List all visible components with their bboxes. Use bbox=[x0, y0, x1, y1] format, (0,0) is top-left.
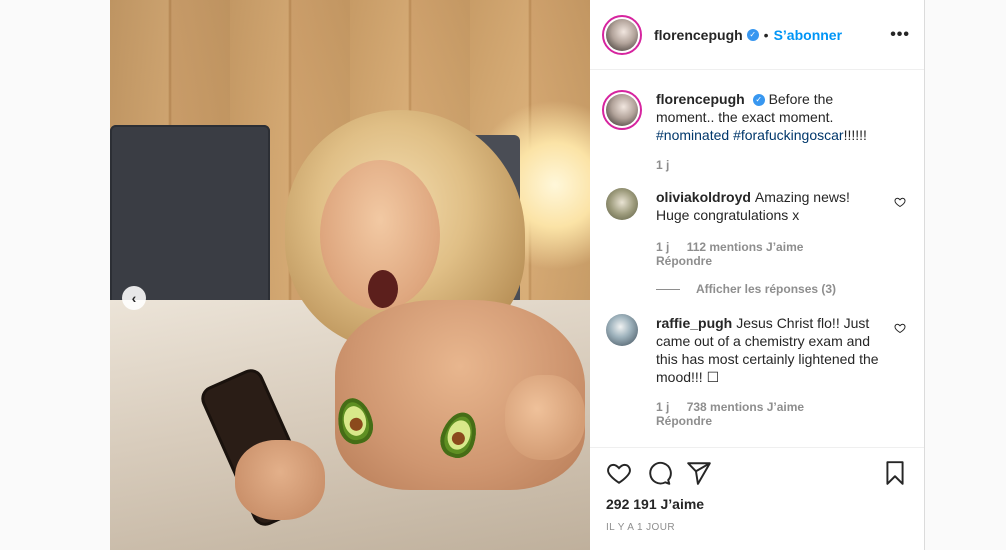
caption-suffix: !!!!!! bbox=[843, 127, 867, 143]
reply-button[interactable]: Répondre bbox=[656, 414, 880, 428]
separator-dot: • bbox=[763, 26, 769, 43]
heart-icon[interactable] bbox=[894, 196, 906, 208]
caption-text: florencepugh ✓ Before the moment.. the ex… bbox=[656, 90, 880, 144]
follow-button[interactable]: S’abonner bbox=[774, 27, 842, 43]
previous-photo-button[interactable]: ‹ bbox=[122, 286, 146, 310]
bookmark-icon[interactable] bbox=[882, 460, 908, 486]
comment-username[interactable]: raffie_pugh bbox=[656, 315, 732, 331]
caption-meta: 1 j bbox=[656, 158, 880, 172]
commenter-avatar[interactable] bbox=[606, 188, 638, 220]
comment-meta: 1 j 112 mentions J’aime bbox=[656, 240, 880, 254]
caption-time[interactable]: 1 j bbox=[656, 158, 669, 172]
hashtag-link[interactable]: #forafuckingoscar bbox=[733, 127, 844, 143]
replies-divider bbox=[656, 288, 680, 290]
photo-fist bbox=[505, 375, 585, 460]
comment-icon[interactable] bbox=[646, 460, 672, 486]
post-timestamp: IL Y A 1 JOUR bbox=[606, 522, 675, 533]
post-actions: 292 191 J’aime IL Y A 1 JOUR bbox=[590, 447, 924, 550]
post-header: florencepugh ✓ • S’abonner ••• bbox=[590, 0, 924, 70]
more-options-icon[interactable]: ••• bbox=[890, 26, 910, 44]
like-count[interactable]: 292 191 J’aime bbox=[606, 496, 908, 512]
photo-mouth bbox=[368, 270, 398, 308]
comments-list[interactable]: florencepugh ✓ Before the moment.. the ex… bbox=[590, 71, 924, 447]
action-icons bbox=[606, 458, 908, 488]
verified-badge-icon: ✓ bbox=[746, 28, 759, 41]
commenter-avatar[interactable] bbox=[606, 314, 638, 346]
comment-text: raffie_pugh Jesus Christ flo!! Just came … bbox=[656, 314, 880, 386]
hashtag-link[interactable]: #nominated bbox=[656, 127, 729, 143]
heart-icon[interactable] bbox=[894, 322, 906, 334]
chevron-left-icon: ‹ bbox=[131, 290, 137, 306]
caption: florencepugh ✓ Before the moment.. the ex… bbox=[590, 90, 924, 172]
view-replies-label: Afficher les réponses (3) bbox=[696, 282, 837, 296]
author-avatar[interactable] bbox=[602, 14, 642, 55]
comment-item: oliviakoldroyd Amazing news! Huge congrat… bbox=[590, 188, 924, 296]
view-replies-button[interactable]: Afficher les réponses (3) bbox=[656, 282, 880, 296]
caption-username[interactable]: florencepugh bbox=[656, 91, 745, 107]
comment-likes[interactable]: 738 mentions J’aime bbox=[687, 400, 804, 414]
comment-item: raffie_pugh Jesus Christ flo!! Just came … bbox=[590, 314, 924, 428]
author-username[interactable]: florencepugh bbox=[654, 27, 743, 43]
share-icon[interactable] bbox=[686, 460, 712, 486]
heart-icon[interactable] bbox=[606, 460, 632, 486]
post-photo: ‹ bbox=[110, 0, 590, 550]
verified-badge-icon: ✓ bbox=[752, 94, 765, 107]
post-modal: ‹ florencepugh ✓ • S’abonner ••• florenc… bbox=[110, 0, 925, 550]
comment-time[interactable]: 1 j bbox=[656, 240, 669, 254]
author-avatar-small[interactable] bbox=[602, 90, 642, 130]
comment-time[interactable]: 1 j bbox=[656, 400, 669, 414]
comment-username[interactable]: oliviakoldroyd bbox=[656, 189, 751, 205]
comment-meta: 1 j 738 mentions J’aime bbox=[656, 400, 880, 414]
post-side-panel: florencepugh ✓ • S’abonner ••• florencep… bbox=[590, 0, 924, 550]
comment-likes[interactable]: 112 mentions J’aime bbox=[687, 240, 804, 254]
reply-button[interactable]: Répondre bbox=[656, 254, 880, 268]
photo-hand bbox=[235, 440, 325, 520]
comment-text: oliviakoldroyd Amazing news! Huge congrat… bbox=[656, 188, 880, 224]
